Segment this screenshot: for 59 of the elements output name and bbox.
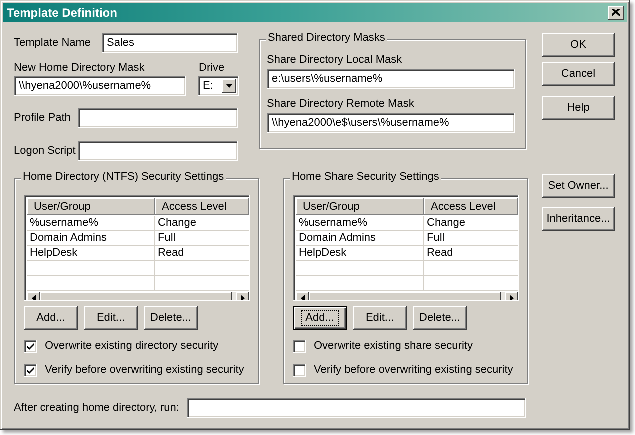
field-label: Share Directory Remote Mask [267,98,416,112]
field-label: Profile Path [14,112,72,124]
checkbox-label: Verify before overwriting existing security [45,364,244,376]
table-cell[interactable]: %username% [296,216,424,230]
button[interactable]: Add... [24,306,78,330]
table-cell[interactable]: Read [155,246,249,260]
table-cell[interactable]: HelpDesk [296,246,424,260]
input-field[interactable]: Sales [102,33,238,53]
checkbox[interactable] [293,340,306,352]
button[interactable]: Cancel [542,62,615,86]
input-field[interactable] [187,398,526,418]
input-field[interactable]: e:\users\%username% [267,69,515,89]
button[interactable]: Inheritance... [542,207,615,231]
column-header[interactable]: User/Group [296,198,424,215]
close-icon [612,9,620,16]
close-button[interactable] [608,6,624,20]
check-icon [27,342,34,350]
table-cell[interactable]: Change [424,216,518,230]
button[interactable]: OK [542,33,615,57]
checkbox-label: Overwrite existing directory security [45,340,219,352]
button[interactable]: Delete... [144,306,198,330]
drive-dropdown[interactable]: E: [198,76,239,96]
button[interactable]: Delete... [413,306,467,330]
input-field[interactable] [78,141,238,161]
button[interactable]: Set Owner... [542,174,615,198]
field-label: Template Name [14,37,92,49]
column-header[interactable]: Access Level [155,198,249,215]
checkbox[interactable] [24,340,37,352]
window-title: Template Definition [7,6,118,20]
table-cell[interactable]: Full [424,231,518,245]
checkbox-label: Verify before overwriting existing security [314,364,514,376]
table-cell[interactable]: %username% [27,216,155,230]
column-header[interactable]: Access Level [424,198,518,215]
table-cell[interactable]: Change [155,216,249,230]
field-label: New Home Directory Mask [14,62,146,74]
button[interactable]: Edit... [84,306,138,330]
table-cell[interactable]: Full [155,231,249,245]
checkbox[interactable] [24,364,37,376]
field-label: Drive [199,62,225,74]
button[interactable]: Edit... [353,306,407,330]
group-title: Home Directory (NTFS) Security Settings [21,171,226,183]
input-field[interactable]: \\hyena2000\e$\users\%username% [267,113,515,133]
table-cell[interactable]: Domain Admins [296,231,424,245]
button[interactable]: Add... [293,306,347,330]
input-field[interactable] [78,108,238,128]
table-cell[interactable]: HelpDesk [27,246,155,260]
field-label: Share Directory Local Mask [267,54,404,68]
checkbox-label: Overwrite existing share security [314,340,473,352]
table-cell[interactable]: Domain Admins [27,231,155,245]
checkbox[interactable] [293,364,306,376]
group-title: Home Share Security Settings [290,171,442,183]
column-header[interactable]: User/Group [27,198,155,215]
group-title: Shared Directory Masks [266,32,388,44]
button[interactable]: Help [542,96,615,120]
table-cell[interactable]: Read [424,246,518,260]
check-icon [27,366,34,374]
field-label: After creating home directory, run: [14,402,180,414]
field-label: Logon Script [14,145,77,157]
input-field[interactable]: \\hyena2000\%username% [14,76,186,96]
